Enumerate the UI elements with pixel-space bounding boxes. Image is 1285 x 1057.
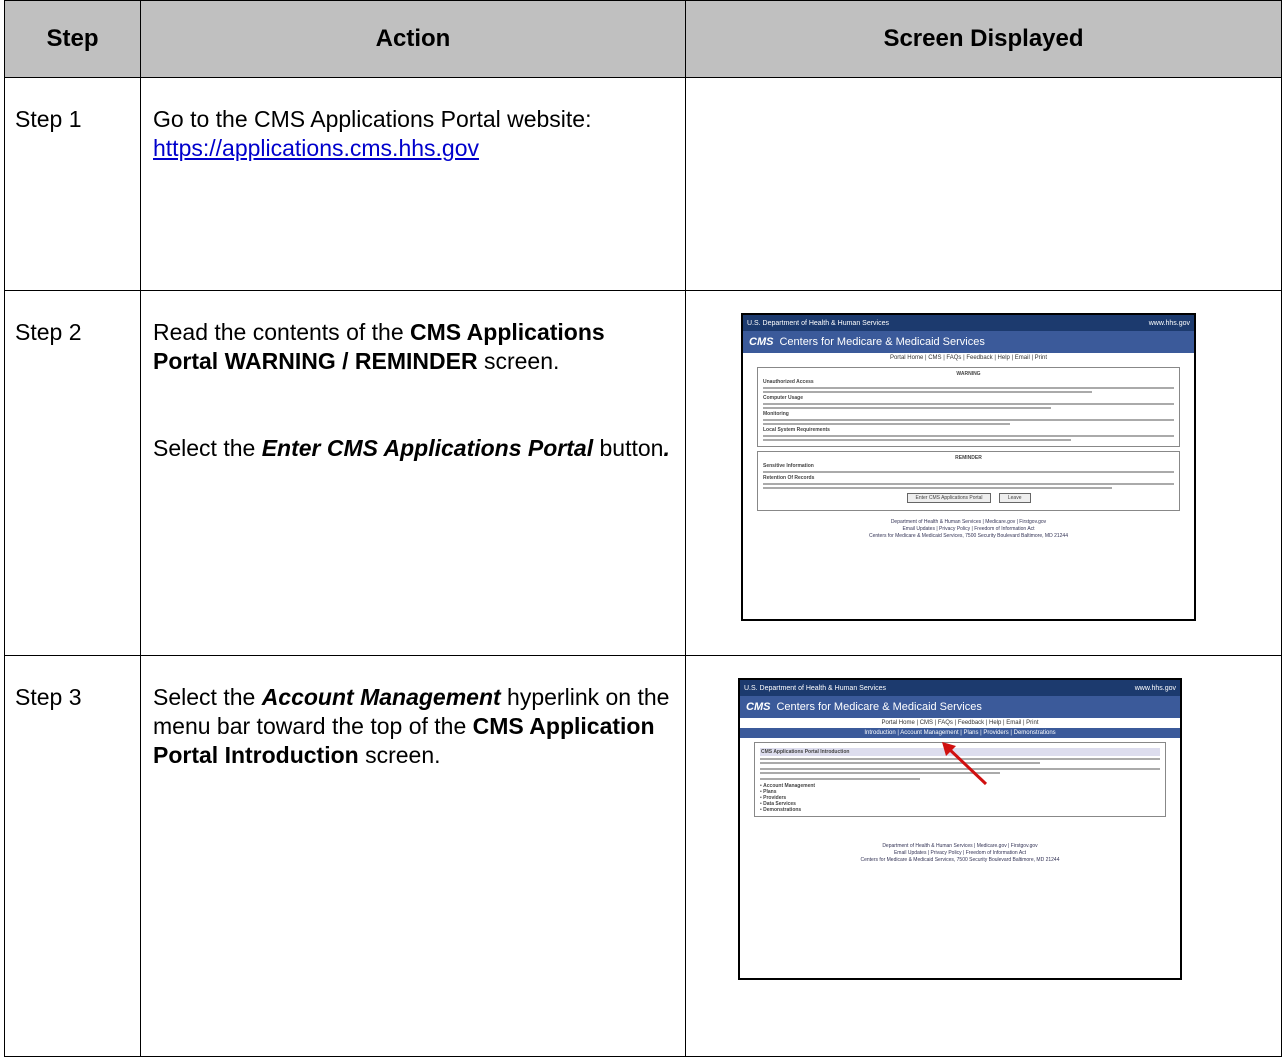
- action-text: Select the: [153, 684, 262, 710]
- action-cell: Select the Account Management hyperlink …: [140, 655, 686, 1057]
- action-cell: Go to the CMS Applications Portal websit…: [140, 77, 686, 291]
- action-cell: Read the contents of the CMS Application…: [140, 290, 686, 656]
- header-action: Action: [140, 0, 686, 78]
- reminder-panel: REMINDER Sensitive Information Retention…: [757, 451, 1180, 511]
- cms-banner: CMS Centers for Medicare & Medicaid Servi…: [743, 331, 1194, 353]
- step-label: Step 3: [4, 655, 141, 1057]
- introduction-screenshot: U.S. Department of Health & Human Servic…: [738, 678, 1182, 980]
- leave-button[interactable]: Leave: [998, 493, 1031, 503]
- action-text: screen.: [477, 348, 560, 374]
- screen-cell: [685, 77, 1282, 291]
- header-row: Step Action Screen Displayed: [4, 0, 1282, 78]
- table-row: Step 2 Read the contents of the CMS Appl…: [4, 290, 1282, 656]
- header-screen: Screen Displayed: [685, 0, 1282, 78]
- warning-panel: WARNING Unauthorized Access Computer Usa…: [757, 367, 1180, 447]
- step-label: Step 2: [4, 290, 141, 656]
- action-bold-italic: Account Management: [261, 684, 501, 710]
- action-text: Select the: [153, 435, 262, 461]
- warning-screenshot: U.S. Department of Health & Human Servic…: [741, 313, 1196, 621]
- portal-menu-bar[interactable]: Introduction | Account Management | Plan…: [740, 728, 1180, 738]
- screen-cell: U.S. Department of Health & Human Servic…: [685, 290, 1282, 656]
- action-text: Go to the CMS Applications Portal websit…: [153, 106, 592, 132]
- steps-table: Step Action Screen Displayed Step 1 Go t…: [4, 0, 1282, 1057]
- action-text: button: [593, 435, 664, 461]
- table-row: Step 1 Go to the CMS Applications Portal…: [4, 77, 1282, 291]
- action-period: .: [663, 435, 670, 461]
- action-text: screen.: [358, 742, 441, 768]
- step-label: Step 1: [4, 77, 141, 291]
- portal-nav: Portal Home | CMS | FAQs | Feedback | He…: [889, 355, 1048, 361]
- action-text: Read the contents of the: [153, 319, 411, 345]
- cms-banner: CMS Centers for Medicare & Medicaid Servi…: [740, 696, 1180, 718]
- hhs-topbar: U.S. Department of Health & Human Servic…: [740, 680, 1180, 696]
- action-bold-italic: Enter CMS Applications Portal: [261, 435, 594, 461]
- page-footer: Department of Health & Human Services | …: [869, 519, 1068, 539]
- red-arrow-icon: [942, 742, 988, 786]
- table-row: Step 3 Select the Account Management hyp…: [4, 655, 1282, 1057]
- enter-portal-button[interactable]: Enter CMS Applications Portal: [906, 493, 992, 503]
- portal-nav: Portal Home | CMS | FAQs | Feedback | He…: [881, 720, 1039, 726]
- header-step: Step: [4, 0, 141, 78]
- screen-cell: U.S. Department of Health & Human Servic…: [685, 655, 1282, 1057]
- portal-link[interactable]: https://applications.cms.hhs.gov: [153, 135, 479, 161]
- page-footer: Department of Health & Human Services | …: [860, 843, 1060, 863]
- hhs-topbar: U.S. Department of Health & Human Servic…: [743, 315, 1194, 331]
